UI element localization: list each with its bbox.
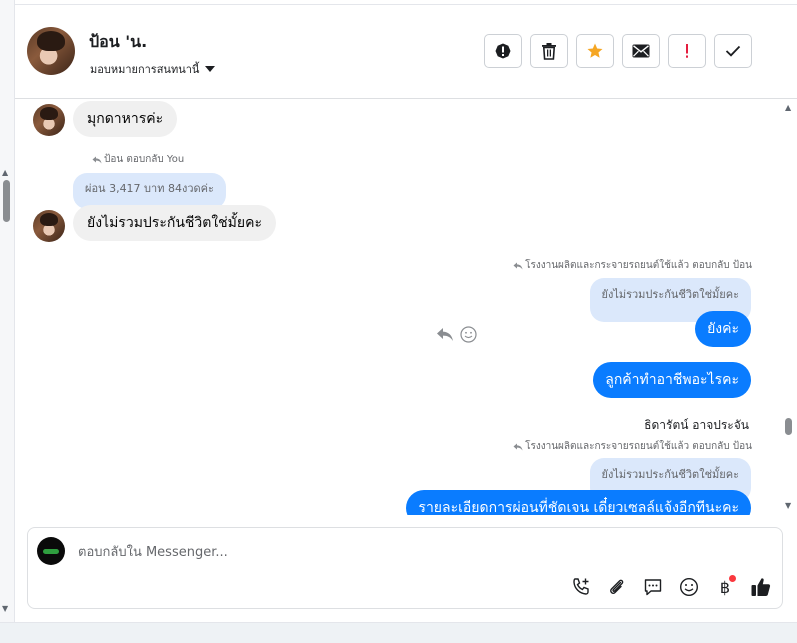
reply-arrow-icon (92, 156, 102, 163)
page-logo-avatar (37, 537, 65, 565)
reply-icon[interactable] (436, 327, 454, 342)
envelope-icon (632, 44, 650, 58)
contact-name[interactable]: ป้อน 'น. (89, 30, 147, 55)
sender-name: ธิดารัตน์ อาจประจัน (644, 418, 749, 432)
conversation-header: ป้อน 'น. มอบหมายการสนทนานี้ (15, 5, 797, 99)
message-hover-actions (436, 326, 477, 343)
star-button[interactable] (576, 34, 614, 68)
reply-label-text: โรงงานผลิตและกระจายรถยนต์ใช้แล้ว ตอบกลับ… (525, 260, 752, 271)
incoming-message[interactable]: ยังไม่รวมประกันชีวิตใช่มั้ยคะ (73, 205, 276, 241)
star-icon (587, 43, 603, 58)
quoted-message[interactable]: ผ่อน 3,417 บาท 84งวดค่ะ (73, 173, 226, 209)
done-button[interactable] (714, 34, 752, 68)
left-scroll-down-arrow[interactable]: ▼ (2, 604, 8, 613)
left-panel-edge (0, 0, 15, 622)
exclamation-circle-icon (495, 43, 511, 59)
saved-replies-button[interactable] (641, 575, 665, 599)
alert-circle-button[interactable] (484, 34, 522, 68)
checkmark-icon (725, 45, 741, 57)
reply-input[interactable] (76, 540, 680, 564)
trash-button[interactable] (530, 34, 568, 68)
contact-avatar-small (33, 104, 65, 136)
caret-down-icon (205, 66, 216, 72)
thread-scroll-down-arrow[interactable]: ▼ (785, 501, 791, 510)
react-smiley-icon[interactable] (460, 326, 477, 343)
reply-indicator: โรงงานผลิตและกระจายรถยนต์ใช้แล้ว ตอบกลับ… (513, 258, 752, 273)
reply-composer: ฿ (27, 527, 783, 609)
incoming-message[interactable]: มุกดาหารค่ะ (73, 101, 178, 137)
mail-button[interactable] (622, 34, 660, 68)
like-button[interactable] (749, 575, 773, 599)
reply-label-text: ป้อน ตอบกลับ You (104, 154, 185, 165)
exclamation-icon (686, 44, 688, 58)
bottom-panel-edge (0, 622, 797, 643)
important-button[interactable] (668, 34, 706, 68)
notification-dot (729, 575, 736, 582)
smiley-icon (679, 577, 699, 597)
assign-label: มอบหมายการสนทนานี้ (90, 63, 200, 76)
message-thread[interactable]: มุกดาหารค่ะ ป้อน ตอบกลับ You ผ่อน 3,417 … (15, 99, 783, 515)
outgoing-message[interactable]: ลูกค้าทำอาชีพอะไรคะ (593, 362, 751, 398)
reply-label-text: โรงงานผลิตและกระจายรถยนต์ใช้แล้ว ตอบกลับ… (525, 441, 752, 452)
attach-button[interactable] (605, 575, 629, 599)
phone-add-icon (573, 578, 589, 595)
assign-conversation-dropdown[interactable]: มอบหมายการสนทนานี้ (90, 60, 216, 78)
contact-avatar[interactable] (27, 27, 75, 75)
left-scroll-up-arrow[interactable]: ▲ (2, 168, 8, 177)
contact-avatar-small (33, 210, 65, 242)
header-actions (484, 34, 752, 68)
reply-arrow-icon (513, 262, 523, 269)
trash-icon (542, 43, 556, 60)
reply-indicator: ป้อน ตอบกลับ You (92, 152, 184, 167)
call-button[interactable] (569, 575, 593, 599)
reply-arrow-icon (513, 443, 523, 450)
left-scrollbar-thumb[interactable] (3, 180, 10, 222)
chat-bubble-icon (644, 579, 662, 596)
composer-tools: ฿ (569, 575, 773, 599)
reply-indicator: โรงงานผลิตและกระจายรถยนต์ใช้แล้ว ตอบกลับ… (513, 439, 752, 454)
thumbs-up-icon (751, 578, 771, 596)
outgoing-message[interactable]: รายละเอียดการผ่อนที่ชัดเจน เดี๋ยวเซลล์แจ… (406, 490, 751, 515)
paperclip-icon (610, 579, 624, 594)
outgoing-message[interactable]: ยังค่ะ (695, 311, 751, 347)
thread-scrollbar-thumb[interactable] (785, 418, 792, 435)
payment-button[interactable]: ฿ (713, 575, 737, 599)
thread-scroll-up-arrow[interactable]: ▲ (785, 103, 791, 112)
emoji-button[interactable] (677, 575, 701, 599)
